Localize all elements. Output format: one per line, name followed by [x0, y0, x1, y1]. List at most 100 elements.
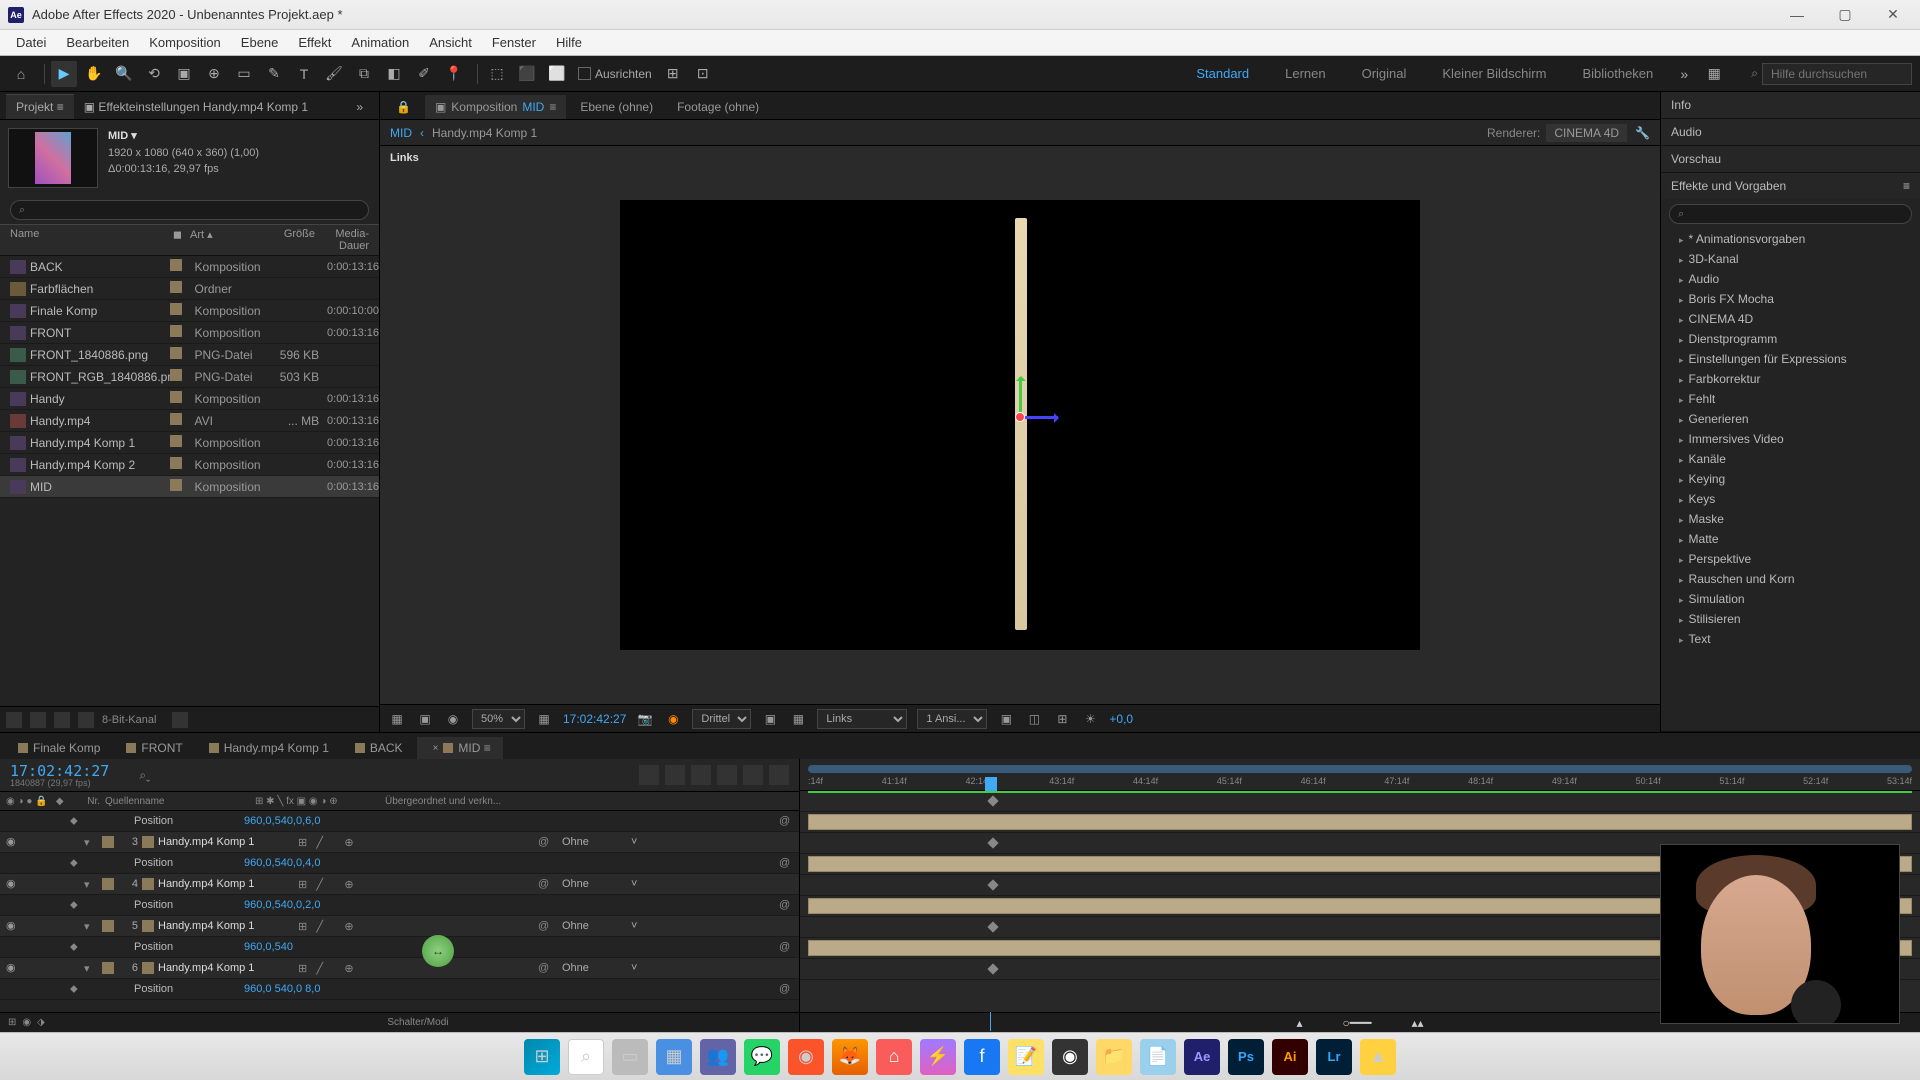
layer-phone-shape[interactable] — [1015, 218, 1027, 630]
effects-category[interactable]: Simulation — [1661, 589, 1920, 609]
bit-depth-label[interactable]: 8-Bit-Kanal — [102, 714, 156, 726]
timeline-tab-handy-mp4-komp-1[interactable]: Handy.mp4 Komp 1 — [197, 737, 341, 759]
taskbar-photoshop[interactable]: Ps — [1228, 1039, 1264, 1075]
zoom-slider[interactable]: ○━━━ — [1343, 1016, 1372, 1030]
hand-tool[interactable]: ✋ — [81, 61, 107, 87]
effects-category[interactable]: Fehlt — [1661, 389, 1920, 409]
taskbar-notes[interactable]: 📝 — [1008, 1039, 1044, 1075]
maximize-button[interactable]: ▢ — [1830, 5, 1860, 25]
timeline-tab-back[interactable]: BACK — [343, 737, 415, 759]
taskbar-teams[interactable]: 👥 — [700, 1039, 736, 1075]
taskbar-firefox[interactable]: 🦊 — [832, 1039, 868, 1075]
layer-property-row[interactable]: ⬥Position960,0,540@ — [0, 937, 799, 958]
channel-button[interactable]: ▣ — [416, 710, 434, 728]
effects-category[interactable]: Einstellungen für Expressions — [1661, 349, 1920, 369]
zoom-out-button[interactable]: ▴ — [1297, 1016, 1303, 1030]
project-item[interactable]: MIDKomposition0:00:13:16 — [0, 476, 379, 498]
renderer-settings-button[interactable]: 🔧 — [1635, 126, 1650, 140]
selection-tool[interactable]: ▶ — [51, 61, 77, 87]
effects-category[interactable]: Maske — [1661, 509, 1920, 529]
tab-footage[interactable]: Footage (ohne) — [667, 95, 769, 119]
time-ruler[interactable]: :14f41:14f42:14f43:14f44:14f45:14f46:14f… — [800, 759, 1920, 791]
menu-bearbeiten[interactable]: Bearbeiten — [56, 32, 139, 53]
interpret-footage-button[interactable] — [6, 712, 22, 728]
home-button[interactable]: ⌂ — [8, 61, 34, 87]
timeline-tab-front[interactable]: FRONT — [114, 737, 194, 759]
zoom-tool[interactable]: 🔍 — [111, 61, 137, 87]
breadcrumb-parent[interactable]: Handy.mp4 Komp 1 — [432, 126, 537, 140]
effects-category[interactable]: Keys — [1661, 489, 1920, 509]
close-button[interactable]: ✕ — [1878, 5, 1908, 25]
layer-row[interactable]: ◉▾3Handy.mp4 Komp 1⊞ ╱ ⊕@Ohne ˅ — [0, 832, 799, 853]
frame-blend-button[interactable] — [717, 765, 737, 785]
view-dropdown[interactable]: Links — [817, 709, 907, 729]
effects-category[interactable]: Kanäle — [1661, 449, 1920, 469]
effects-category[interactable]: Immersives Video — [1661, 429, 1920, 449]
taskbar-lightroom[interactable]: Lr — [1316, 1039, 1352, 1075]
project-item[interactable]: Finale KompKomposition0:00:10:00 — [0, 300, 379, 322]
panel-effects[interactable]: Effekte und Vorgaben≡ — [1661, 173, 1920, 199]
effects-category[interactable]: Generieren — [1661, 409, 1920, 429]
minimize-button[interactable]: — — [1782, 5, 1812, 25]
breadcrumb-current[interactable]: MID — [390, 126, 412, 140]
3d-button[interactable]: ◫ — [1025, 710, 1043, 728]
workspace-standard[interactable]: Standard — [1190, 62, 1255, 85]
layer-property-row[interactable]: ⬥Position960,0,540,0,6,0@ — [0, 811, 799, 832]
effects-category[interactable]: * Animationsvorgaben — [1661, 229, 1920, 249]
workspace-panel-button[interactable]: ▦ — [1701, 61, 1727, 87]
project-item[interactable]: Handy.mp4AVI... MB0:00:13:16 — [0, 410, 379, 432]
taskbar-explorer[interactable]: 📁 — [1096, 1039, 1132, 1075]
axis-view-button[interactable]: ⬜ — [544, 61, 570, 87]
layer-property-row[interactable]: ⬥Position960,0,540,0,4,0@ — [0, 853, 799, 874]
gizmo-x-axis[interactable] — [1023, 416, 1058, 419]
effects-category[interactable]: Rauschen und Korn — [1661, 569, 1920, 589]
start-button[interactable]: ⊞ — [524, 1039, 560, 1075]
layer-row[interactable]: ◉▾4Handy.mp4 Komp 1⊞ ╱ ⊕@Ohne ˅ — [0, 874, 799, 895]
brush-tool[interactable]: 🖌 — [321, 61, 347, 87]
panel-audio[interactable]: Audio — [1661, 119, 1920, 145]
tab-effect-controls[interactable]: ▣ Effekteinstellungen Handy.mp4 Komp 1 — [74, 95, 318, 119]
effects-category[interactable]: Perspektive — [1661, 549, 1920, 569]
switches-modes-toggle[interactable]: Schalter/Modi — [387, 1017, 448, 1028]
grid-button[interactable]: ▦ — [789, 710, 807, 728]
menu-ansicht[interactable]: Ansicht — [419, 32, 482, 53]
panel-info[interactable]: Info — [1661, 92, 1920, 118]
effects-category[interactable]: Dienstprogramm — [1661, 329, 1920, 349]
toggle-switches-button-1[interactable]: ⊞ — [8, 1017, 16, 1028]
taskbar-widgets[interactable]: ▦ — [656, 1039, 692, 1075]
shy-button[interactable] — [691, 765, 711, 785]
clone-tool[interactable]: ⧉ — [351, 61, 377, 87]
project-item[interactable]: FarbflächenOrdner — [0, 278, 379, 300]
gizmo-y-axis[interactable] — [1019, 377, 1022, 412]
menu-ebene[interactable]: Ebene — [231, 32, 289, 53]
panel-preview[interactable]: Vorschau — [1661, 146, 1920, 172]
taskbar-after-effects[interactable]: Ae — [1184, 1039, 1220, 1075]
taskbar-itch[interactable]: ⌂ — [876, 1039, 912, 1075]
menu-effekt[interactable]: Effekt — [288, 32, 341, 53]
project-item[interactable]: FRONT_RGB_1840886.pngPNG-Datei503 KB — [0, 366, 379, 388]
zoom-dropdown[interactable]: 50% — [472, 709, 525, 729]
project-item[interactable]: FRONT_1840886.pngPNG-Datei596 KB — [0, 344, 379, 366]
effects-search-input[interactable] — [1669, 204, 1912, 224]
axis-world-button[interactable]: ⬛ — [514, 61, 540, 87]
effects-category[interactable]: Stilisieren — [1661, 609, 1920, 629]
playhead[interactable] — [985, 777, 997, 791]
viewer-lock[interactable]: 🔒 — [386, 95, 421, 119]
graph-editor-button[interactable] — [769, 765, 789, 785]
menu-fenster[interactable]: Fenster — [482, 32, 546, 53]
comp-mini-flow-button[interactable] — [639, 765, 659, 785]
taskbar-notepad[interactable]: 📄 — [1140, 1039, 1176, 1075]
help-search[interactable]: ⌕ — [1751, 63, 1912, 85]
timeline-search[interactable]: ⌕ˬ — [139, 768, 150, 783]
toggle-switches-button-3[interactable]: ⬗ — [37, 1017, 45, 1028]
exposure-value[interactable]: +0,0 — [1109, 712, 1133, 726]
orbit-tool[interactable]: ⟲ — [141, 61, 167, 87]
layer-property-row[interactable]: ⬥Position960,0,540,0,2,0@ — [0, 895, 799, 916]
tab-more[interactable]: » — [346, 95, 373, 119]
task-view-button[interactable]: ▭ — [612, 1039, 648, 1075]
snap-option-1[interactable]: ⊞ — [660, 61, 686, 87]
taskbar-messenger[interactable]: ⚡ — [920, 1039, 956, 1075]
taskbar-facebook[interactable]: f — [964, 1039, 1000, 1075]
mask-button[interactable]: ◉ — [444, 710, 462, 728]
adjust-button[interactable] — [78, 712, 94, 728]
